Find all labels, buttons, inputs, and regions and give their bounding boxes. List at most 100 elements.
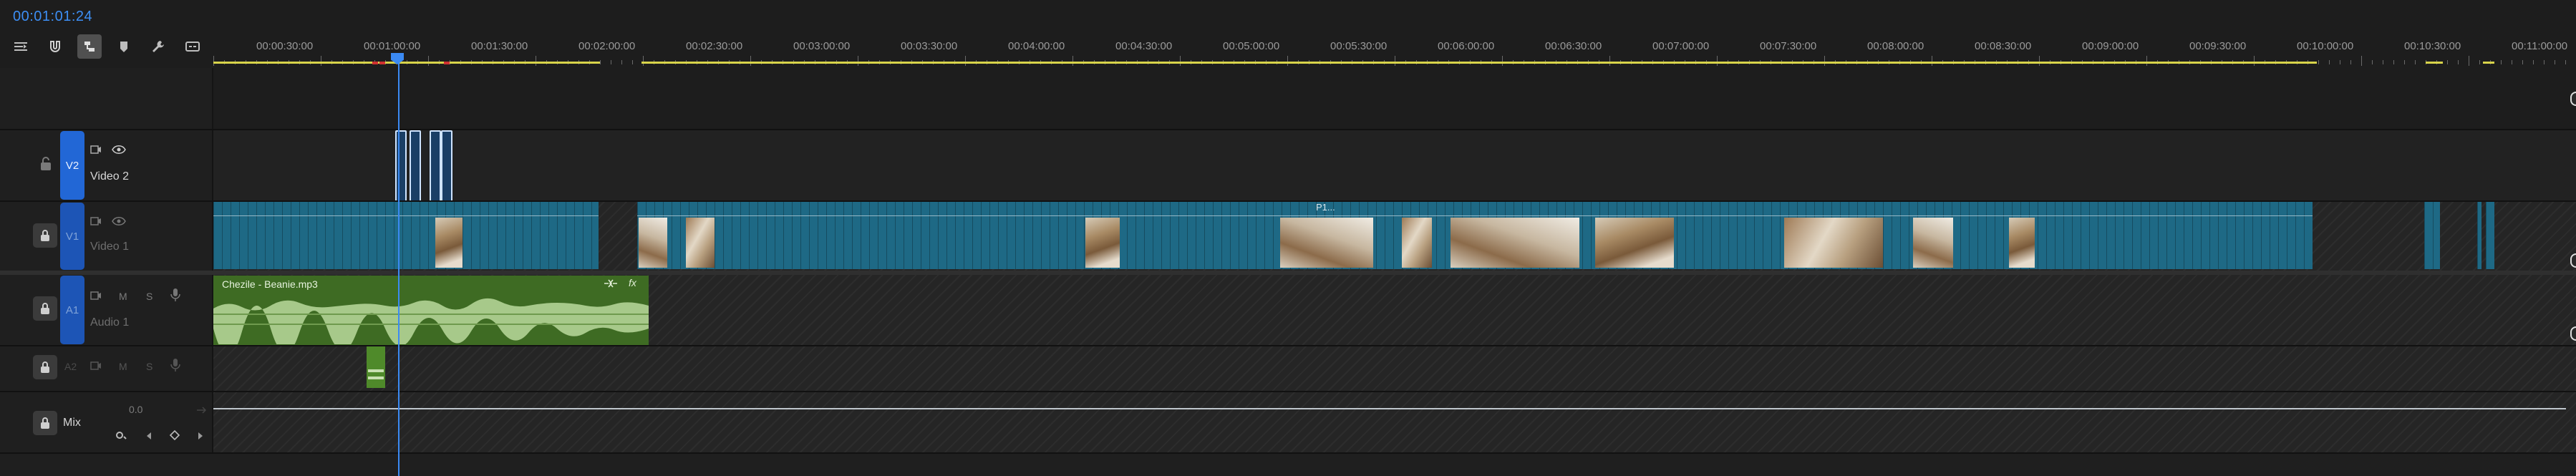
- ruler-label: 00:05:00:00: [1223, 40, 1280, 52]
- mix-collapse-icon[interactable]: [196, 405, 207, 414]
- eye-icon[interactable]: [112, 145, 126, 155]
- ruler-label: 00:04:30:00: [1115, 40, 1173, 52]
- ruler-label: 00:09:00:00: [2082, 40, 2139, 52]
- video-clip-v2[interactable]: [395, 130, 407, 202]
- keyframe-icon[interactable]: [603, 277, 619, 290]
- track-lock-button[interactable]: [33, 411, 57, 435]
- track-lock-button[interactable]: [33, 223, 57, 248]
- sync-lock-icon[interactable]: [90, 361, 102, 371]
- microphone-icon[interactable]: [170, 288, 180, 302]
- ruler-tick: [428, 56, 429, 66]
- ruler-label: 00:03:00:00: [793, 40, 851, 52]
- playhead-line[interactable]: [398, 57, 400, 476]
- work-area-bar[interactable]: [2426, 62, 2443, 64]
- vertical-scroll-handle[interactable]: [2570, 253, 2576, 268]
- audio-clip[interactable]: Chezile - Beanie.mp3 fx: [213, 276, 649, 346]
- timeline-marker[interactable]: [372, 62, 378, 64]
- track-lane-v1[interactable]: P1...: [213, 202, 2576, 271]
- ruler-tick: [2415, 60, 2416, 64]
- ruler-tick: [750, 56, 751, 66]
- add-marker-icon[interactable]: [112, 34, 136, 59]
- captions-icon[interactable]: [180, 34, 205, 59]
- video-clip-v2[interactable]: [441, 130, 452, 202]
- clip-label: P1...: [1316, 202, 1335, 213]
- ruler-tick: [2479, 60, 2480, 64]
- ruler-label: 00:10:30:00: [2404, 40, 2461, 52]
- track-lane-mix[interactable]: [213, 392, 2576, 452]
- mute-button[interactable]: M: [119, 361, 127, 372]
- solo-button[interactable]: S: [146, 361, 152, 372]
- time-ruler[interactable]: 00:00:30:00 00:01:00:00 00:01:30:00 00:0…: [213, 29, 2576, 68]
- ruler-tick: [2350, 60, 2351, 64]
- mix-volume-value[interactable]: 0.0: [129, 404, 142, 415]
- audio-clip-label: Chezile - Beanie.mp3: [222, 278, 318, 290]
- ruler-tick: [2254, 56, 2255, 66]
- ruler-tick: [213, 56, 214, 66]
- next-keyframe-icon[interactable]: [196, 431, 205, 439]
- track-lane-a2[interactable]: [213, 346, 2576, 391]
- microphone-icon[interactable]: [170, 358, 180, 372]
- timeline-marker[interactable]: [379, 62, 385, 64]
- video-clip[interactable]: [213, 202, 599, 269]
- track-lock-button[interactable]: [33, 355, 57, 379]
- track-lock-button[interactable]: [33, 296, 57, 321]
- video-clip-v2[interactable]: [430, 130, 441, 202]
- mix-volume-line[interactable]: [213, 408, 2566, 409]
- sync-lock-icon[interactable]: [90, 216, 102, 226]
- ruler-label: 00:06:30:00: [1545, 40, 1602, 52]
- solo-button[interactable]: S: [146, 291, 152, 302]
- ruler-tick: [2318, 60, 2319, 64]
- lock-icon[interactable]: [39, 156, 53, 172]
- wrench-settings-icon[interactable]: [146, 34, 170, 59]
- audio-clip[interactable]: [367, 346, 385, 388]
- ruler-tick: [2522, 60, 2523, 64]
- work-area-bar[interactable]: [2483, 62, 2494, 64]
- ruler-tick: [2404, 60, 2405, 64]
- sync-lock-icon[interactable]: [90, 145, 102, 155]
- video-clip[interactable]: [2424, 202, 2440, 269]
- playhead-timecode[interactable]: 00:01:01:24: [13, 9, 92, 25]
- clip-thumbnail: [1085, 218, 1120, 268]
- vertical-scroll-handle[interactable]: [2570, 326, 2576, 341]
- timeline-marker[interactable]: [444, 62, 450, 64]
- keyframe-settings-icon[interactable]: [115, 429, 127, 441]
- prev-keyframe-icon[interactable]: [145, 431, 153, 439]
- ruler-tick: [1287, 56, 1288, 66]
- ruler-label: 00:04:00:00: [1008, 40, 1065, 52]
- ruler-tick: [2372, 60, 2373, 64]
- snap-magnet-icon[interactable]: [43, 34, 67, 59]
- video-clip[interactable]: [2477, 202, 2481, 269]
- ruler-label: 00:01:00:00: [364, 40, 421, 52]
- video-clip[interactable]: [2486, 202, 2494, 269]
- ruler-label: 00:11:00:00: [2512, 40, 2568, 52]
- sync-lock-icon[interactable]: [90, 291, 102, 301]
- clip-thumbnail: [686, 218, 715, 268]
- clip-thumbnail: [1913, 218, 1953, 268]
- ruler-tick: [2393, 60, 2394, 64]
- add-keyframe-icon[interactable]: [169, 429, 180, 441]
- work-area-bar[interactable]: [213, 62, 600, 64]
- sequence-settings-icon[interactable]: [9, 34, 33, 59]
- clip-thumbnail: [1451, 218, 1579, 268]
- track-target-a1[interactable]: A1: [60, 276, 84, 344]
- clip-thumbnail: [1402, 218, 1432, 268]
- track-target-a2[interactable]: A2: [64, 361, 77, 372]
- ruler-label: 00:05:30:00: [1330, 40, 1388, 52]
- ruler-label: 00:07:30:00: [1760, 40, 1817, 52]
- timeline-footer: [0, 454, 2576, 476]
- ruler-tick: [1717, 56, 1718, 66]
- track-lane-v2[interactable]: [213, 130, 2576, 200]
- video-clip-v2[interactable]: [410, 130, 421, 202]
- vertical-scroll-handle[interactable]: [2570, 92, 2576, 106]
- linked-selection-icon[interactable]: [77, 34, 102, 59]
- mute-button[interactable]: M: [119, 291, 127, 302]
- clip-thumbnail: [639, 218, 667, 268]
- clip-thumbnail: [435, 218, 463, 268]
- fx-badge[interactable]: fx: [629, 277, 636, 288]
- work-area-bar[interactable]: [641, 62, 2317, 64]
- track-target-v2[interactable]: V2: [60, 131, 84, 200]
- eye-icon[interactable]: [112, 216, 126, 226]
- track-name-video2: Video 2: [90, 170, 129, 183]
- track-target-v1[interactable]: V1: [60, 203, 84, 270]
- ruler-tick: [2447, 60, 2448, 64]
